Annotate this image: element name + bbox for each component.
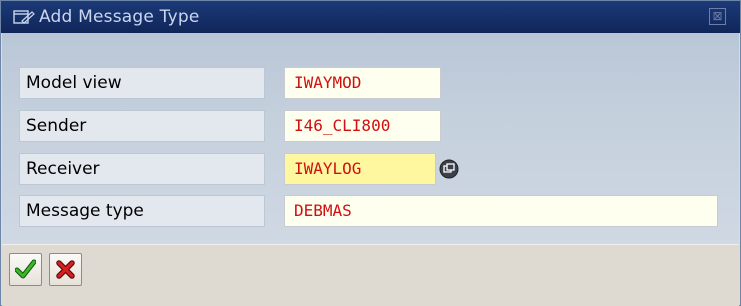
- dialog-window-icon: [13, 10, 35, 24]
- dialog-toolbar: [2, 244, 739, 306]
- green-check-icon: [15, 259, 36, 279]
- search-help-icon[interactable]: [439, 159, 459, 179]
- close-icon[interactable]: ⊠: [709, 8, 726, 25]
- cancel-button[interactable]: [49, 253, 82, 286]
- title-bar: Add Message Type ⊠: [1, 1, 740, 33]
- confirm-button[interactable]: [9, 253, 42, 286]
- add-message-type-dialog: Add Message Type ⊠ Model view IWAYMOD Se…: [0, 0, 741, 306]
- sender-field[interactable]: I46_CLI800: [284, 110, 441, 142]
- red-x-icon: [56, 260, 75, 279]
- message-type-field[interactable]: DEBMAS: [284, 195, 718, 227]
- field-area: Model view IWAYMOD Sender I46_CLI800 Rec…: [2, 33, 739, 244]
- sender-label: Sender: [19, 110, 265, 142]
- dialog-title: Add Message Type: [39, 7, 200, 27]
- message-type-label: Message type: [19, 195, 265, 227]
- model-view-field[interactable]: IWAYMOD: [284, 67, 441, 99]
- receiver-label: Receiver: [19, 153, 265, 185]
- receiver-field[interactable]: IWAYLOG: [284, 153, 436, 185]
- model-view-label: Model view: [19, 67, 265, 99]
